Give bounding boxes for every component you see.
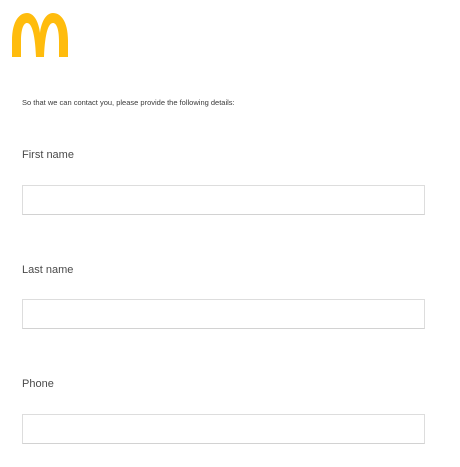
last-name-label: Last name bbox=[22, 264, 74, 276]
phone-input[interactable] bbox=[22, 414, 425, 444]
mcdonalds-logo-icon bbox=[10, 11, 70, 59]
form-intro-text: So that we can contact you, please provi… bbox=[22, 98, 235, 107]
phone-label: Phone bbox=[22, 378, 54, 390]
first-name-field-group: First name bbox=[22, 149, 425, 215]
first-name-label: First name bbox=[22, 149, 74, 161]
last-name-field-group: Last name bbox=[22, 264, 425, 329]
first-name-input[interactable] bbox=[22, 185, 425, 215]
last-name-input[interactable] bbox=[22, 299, 425, 329]
phone-field-group: Phone bbox=[22, 378, 425, 444]
